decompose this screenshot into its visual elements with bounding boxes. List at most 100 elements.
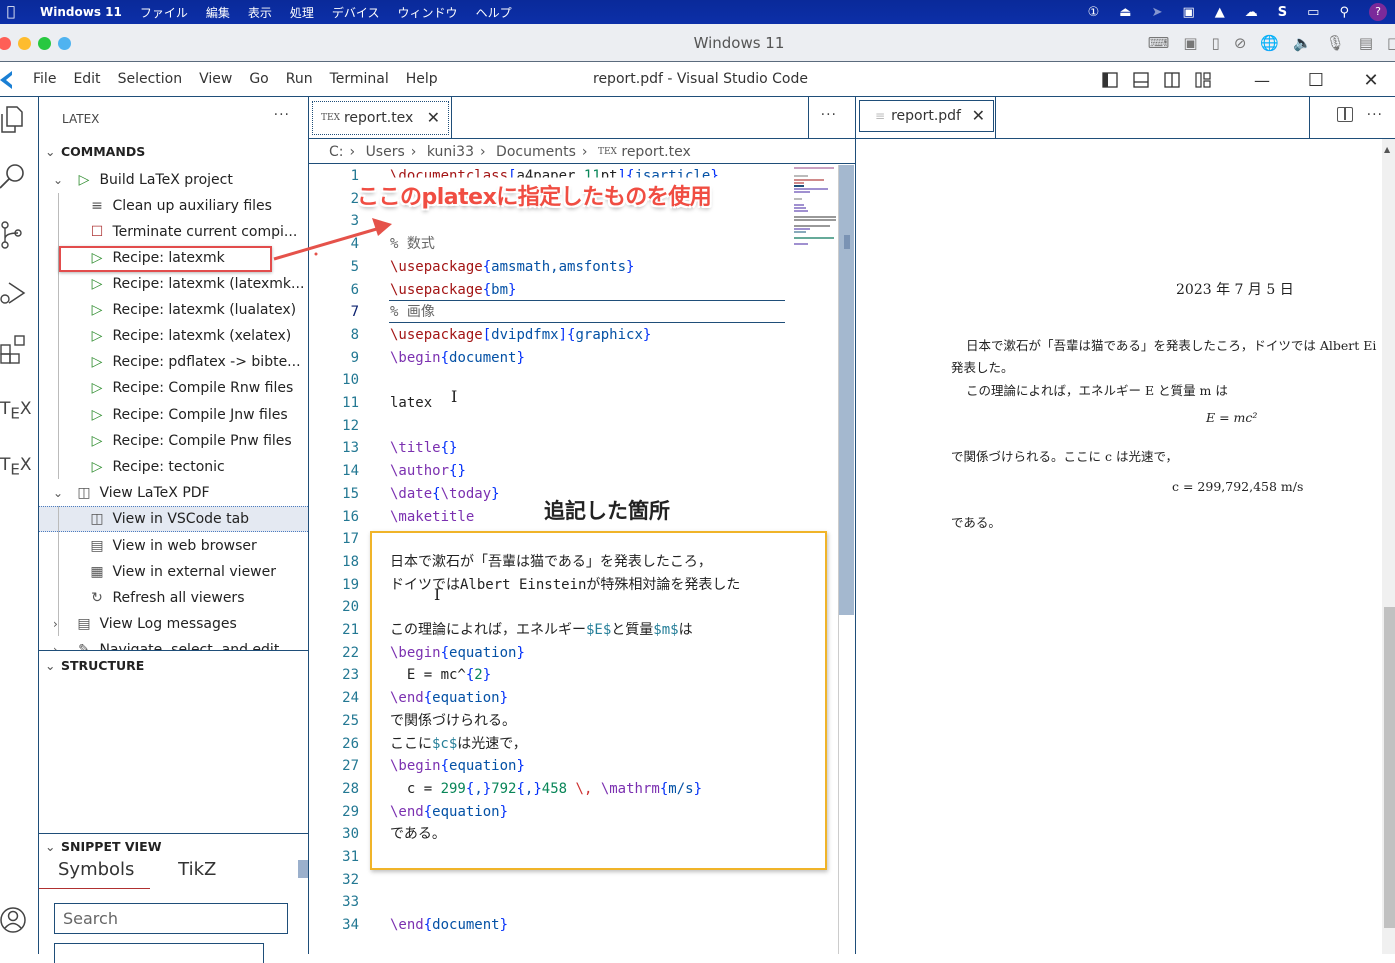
toggle-secondary-sidebar-icon[interactable] [1164,72,1180,88]
drive-icon[interactable]: ▤ [1359,34,1373,52]
explorer-icon[interactable] [0,105,38,145]
customize-layout-icon[interactable] [1195,72,1211,88]
eject-icon[interactable]: ⏏ [1119,5,1131,20]
pdf-scrollbar[interactable]: ▲ [1382,139,1395,954]
tab-report-tex[interactable]: TEX report.tex ✕ [312,101,449,135]
toggle-panel-icon[interactable] [1133,72,1149,88]
breadcrumb-drive[interactable]: C: [329,144,344,160]
tree-recipe-jnw[interactable]: ▷ Recipe: Compile Jnw files [86,402,288,428]
toggle-primary-sidebar-icon[interactable] [1102,72,1118,88]
tree-view-web-browser[interactable]: ▤ View in web browser [86,533,256,559]
menu-file[interactable]: File [33,71,56,87]
search-icon[interactable] [0,161,38,201]
cursor-icon[interactable]: ➤ [1152,5,1163,20]
pdf-viewer[interactable]: 2023 年 7 月 5 日 日本で漱石が「吾輩は猫である」を発表したころ，ドイ… [855,139,1395,954]
tree-recipe-lualatex[interactable]: ▷ Recipe: latexmk (lualatex) [86,297,297,323]
phone-icon[interactable]: ▭ [1307,5,1319,20]
mac-menu-file[interactable]: ファイル [140,4,188,21]
cpu-icon[interactable]: ▣ [1183,34,1197,52]
1password-icon[interactable]: ① [1088,5,1100,20]
tab-tikz[interactable]: TikZ [178,859,216,880]
menu-selection[interactable]: Selection [118,71,183,87]
tree-recipe-pdflatex[interactable]: ▷ Recipe: pdflatex -> bibte... [86,349,301,375]
tree-clean-aux[interactable]: ≡ Clean up auxiliary files [86,193,272,219]
tree-view-log[interactable]: › ▤ View Log messages [53,611,237,637]
menu-terminal[interactable]: Terminal [330,71,389,87]
snippet-scrollbar[interactable] [298,860,308,878]
editor-scrollbar[interactable] [838,165,854,954]
structure-section-header[interactable]: ⌄ STRUCTURE [45,658,144,673]
brush-icon[interactable]: ▲ [1215,5,1225,20]
microphone-icon[interactable]: 🎙 [1326,34,1345,52]
tex-icon[interactable]: TEX [0,399,38,439]
more-tools-icon[interactable]: □ [1387,34,1395,52]
tab-report-pdf[interactable]: ≡ report.pdf ✕ [859,100,994,132]
code-editor[interactable]: 1 \documentclass[a4paper,11pt]{jsarticle}… [309,165,855,954]
source-control-icon[interactable] [0,219,38,259]
commands-section-header[interactable]: ⌄ COMMANDS [45,144,145,159]
help-icon[interactable]: ? [1369,3,1387,21]
extensions-icon[interactable] [0,333,38,373]
mac-app-name[interactable]: Windows 11 [40,5,122,19]
menu-go[interactable]: Go [249,71,268,87]
close-tab-icon[interactable]: ✕ [972,101,985,131]
close-tab-icon[interactable]: ✕ [427,102,440,134]
display-icon[interactable]: ▣ [1183,5,1195,20]
tree-recipe-rnw[interactable]: ▷ Recipe: Compile Rnw files [86,375,294,401]
menu-help[interactable]: Help [406,71,438,87]
line-content: \usepackage{bm} [390,281,517,298]
tree-recipe-xelatex[interactable]: ▷ Recipe: latexmk (xelatex) [86,323,292,349]
tree-view-external[interactable]: ▦ View in external viewer [86,559,276,585]
volume-icon[interactable]: 🔈 [1293,34,1312,52]
tree-recipe-tectonic[interactable]: ▷ Recipe: tectonic [86,454,225,480]
split-editor-icon[interactable] [1337,107,1353,122]
tree-recipe-pnw[interactable]: ▷ Recipe: Compile Pnw files [86,428,292,454]
scroll-up-icon[interactable]: ▲ [1384,145,1390,154]
breadcrumb-users[interactable]: Users [366,144,405,160]
pdf-scrollbar-thumb[interactable] [1384,607,1395,928]
account-icon[interactable] [0,905,38,945]
menu-view[interactable]: View [199,71,232,87]
cloud-icon[interactable]: ☁ [1245,5,1258,20]
sidebar-more-button[interactable]: ··· [274,107,290,123]
snippet-search-input[interactable]: Search [54,903,288,934]
close-button[interactable]: ✕ [1347,70,1395,91]
s-icon[interactable]: S [1278,5,1287,20]
mac-menu-devices[interactable]: デバイス [332,4,380,21]
tex-icon[interactable]: TEX [0,455,38,495]
keyboard-icon[interactable]: ⌨ [1148,34,1170,52]
run-debug-icon[interactable] [0,277,38,317]
breadcrumb-user[interactable]: kuni33 [427,144,474,160]
tree-navigate[interactable]: › ✎ Navigate, select, and edit [53,637,279,650]
tree-view-pdf[interactable]: ⌄ ◫ View LaTeX PDF [53,480,210,506]
chevron-down-icon: ⌄ [53,486,64,500]
mac-menu-action[interactable]: 処理 [290,4,314,21]
tab-symbols[interactable]: Symbols [58,859,134,880]
pdf-more-actions-button[interactable]: ··· [1367,107,1383,123]
network-icon[interactable]: 🌐 [1260,34,1279,52]
snippet-section-header[interactable]: ⌄ SNIPPET VIEW [45,839,162,854]
minimap[interactable] [792,165,838,245]
breadcrumb-file[interactable]: report.tex [621,144,690,160]
mac-menu-help[interactable]: ヘルプ [476,4,512,21]
editor-scrollbar-thumb[interactable] [839,165,854,615]
tree-refresh-viewers[interactable]: ↻ Refresh all viewers [86,585,244,611]
minimize-button[interactable]: — [1239,71,1285,90]
line-number: 21 [342,622,359,638]
mac-menu-view[interactable]: 表示 [248,4,272,21]
camera-off-icon[interactable]: ⊘ [1234,34,1247,52]
apple-icon[interactable]:  [0,4,22,20]
menu-run[interactable]: Run [286,71,313,87]
maximize-button[interactable]: ☐ [1285,70,1347,91]
editor-more-actions-button[interactable]: ··· [821,107,837,123]
tree-build-project[interactable]: ⌄ ▷ Build LaTeX project [53,167,233,193]
menu-edit[interactable]: Edit [73,71,100,87]
search-icon[interactable]: ⚲ [1339,5,1349,20]
usb-icon[interactable]: ▯ [1212,34,1220,52]
breadcrumb-documents[interactable]: Documents [496,144,576,160]
tree-view-vscode-tab[interactable]: ◫ View in VSCode tab [86,506,249,532]
tree-recipe-latexmk-latexmkrc[interactable]: ▷ Recipe: latexmk (latexmk... [86,271,305,297]
mac-menu-window[interactable]: ウィンドウ [398,4,458,21]
mac-menu-edit[interactable]: 編集 [206,4,230,21]
tree-terminate[interactable]: ☐ Terminate current compi... [86,219,298,245]
